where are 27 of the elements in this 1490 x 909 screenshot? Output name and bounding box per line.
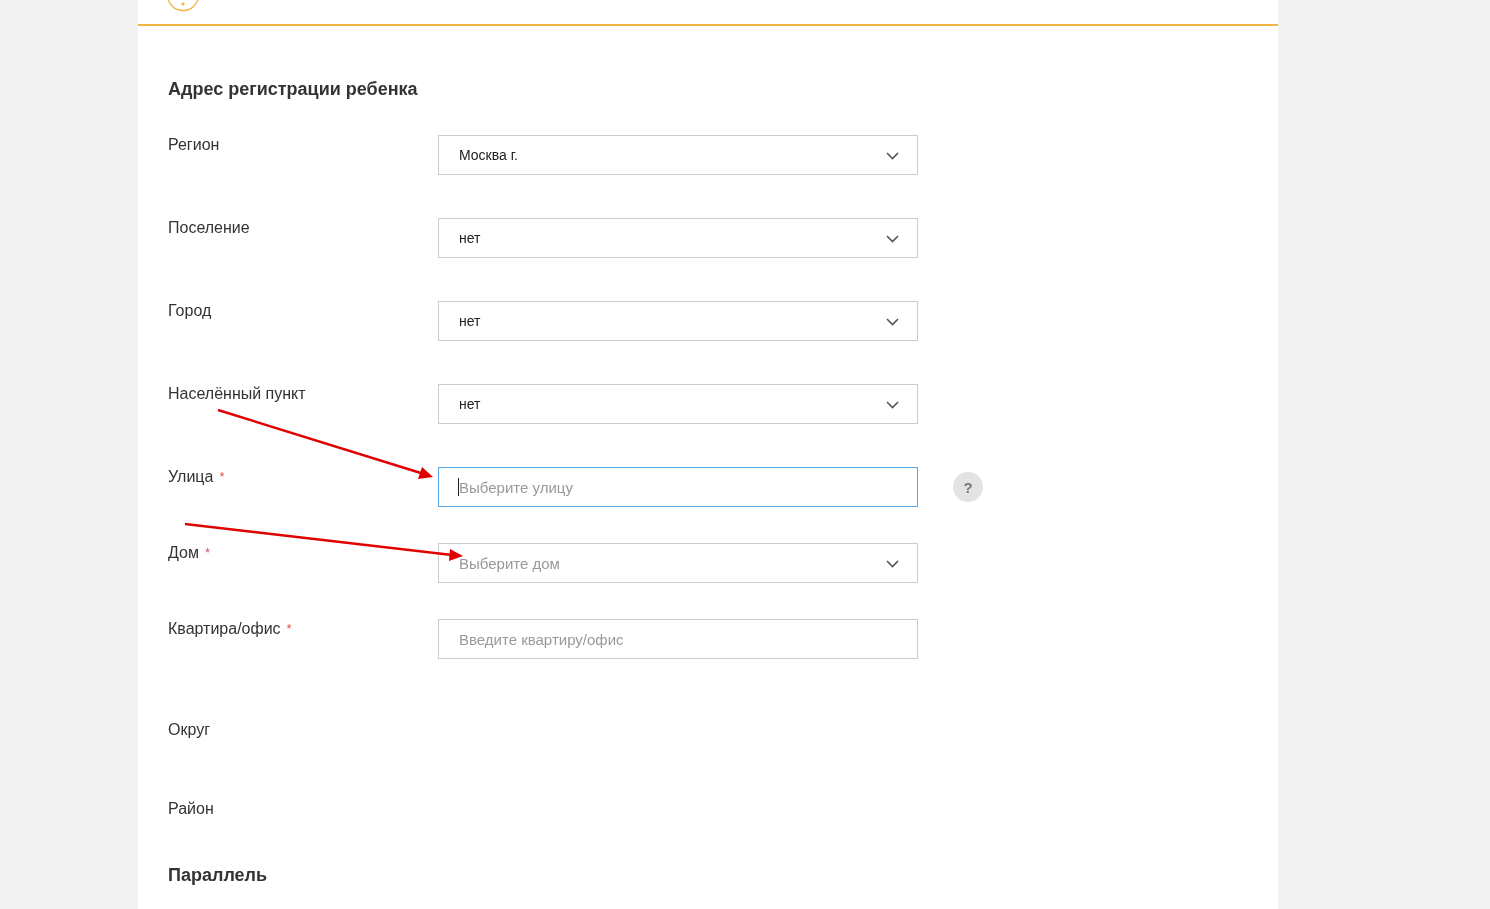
field-label: Район (168, 800, 215, 818)
chevron-down-icon (886, 318, 899, 326)
required-mark: * (286, 621, 292, 636)
text-caret (458, 478, 459, 496)
field-label: Город (168, 301, 213, 320)
dropdown-field[interactable]: нет (438, 301, 918, 341)
field-label: Квартира/офис * (168, 619, 293, 638)
field-label: Дом * (168, 543, 211, 562)
section-title: Адрес регистрации ребенка (168, 79, 418, 99)
field-label: Улица * (168, 467, 226, 486)
field-label: Поселение (168, 218, 251, 237)
field-label: Округ (168, 721, 211, 739)
chevron-down-icon (886, 235, 899, 243)
field-label: Населённый пункт (168, 384, 307, 403)
chevron-down-icon (886, 401, 899, 409)
required-mark: * (219, 469, 225, 484)
dropdown-field[interactable]: Москва г. (438, 135, 918, 175)
field-label: Регион (168, 135, 221, 154)
input-field[interactable]: Введите квартиру/офис (438, 619, 918, 659)
chevron-down-icon (886, 152, 899, 160)
chevron-down-icon (886, 560, 899, 568)
dropdown-field[interactable]: нет (438, 384, 918, 424)
section-title: Параллель (168, 865, 268, 885)
dropdown-field[interactable]: нет (438, 218, 918, 258)
help-button[interactable]: ? (953, 472, 983, 502)
input-field[interactable]: Выберите улицу (438, 467, 918, 507)
required-mark: * (204, 545, 210, 560)
